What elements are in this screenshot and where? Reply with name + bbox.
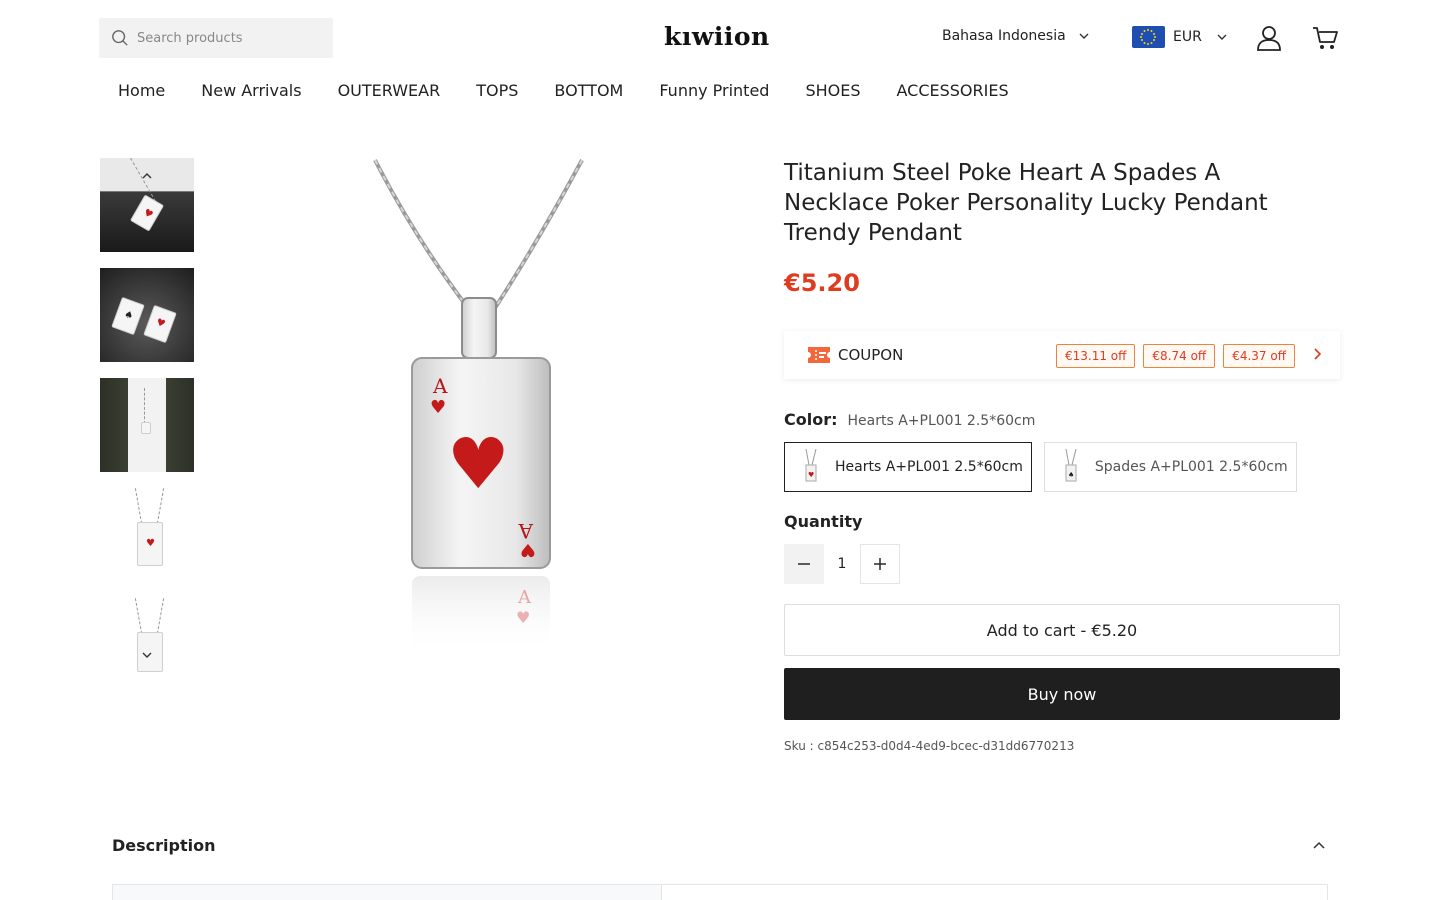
variant-hearts-image: ♥ [805,448,817,482]
plus-icon [874,558,886,570]
buy-now-button[interactable]: Buy now [784,668,1340,720]
nav-item-accessories[interactable]: ACCESSORIES [897,81,1009,100]
description-table-cell [113,885,662,900]
svg-text:♥: ♥ [520,539,536,560]
site-logo[interactable]: kıwiion [664,22,770,51]
language-selector[interactable]: Bahasa Indonesia [942,28,1090,44]
thumbnail-list: ♥ ♠ ♥ ♥ [100,158,194,708]
chevron-down-icon [1079,33,1089,39]
user-icon[interactable] [1255,24,1283,52]
quantity-value[interactable]: 1 [824,556,860,572]
main-nav: Home New Arrivals OUTERWEAR TOPS BOTTOM … [118,81,1045,100]
nav-item-new-arrivals[interactable]: New Arrivals [201,81,301,100]
color-label: Color: [784,410,838,429]
color-row: Color: Hearts A+PL001 2.5*60cm [784,410,1035,429]
search-box[interactable] [99,18,333,58]
product-sku: Sku : c854c253-d0d4-4ed9-bcec-d31dd67702… [784,739,1075,753]
chevron-right-icon[interactable] [1312,346,1324,362]
add-to-cart-button[interactable]: Add to cart - €5.20 [784,604,1340,656]
product-thumbnail-4[interactable]: ♥ [100,488,194,582]
color-value: Hearts A+PL001 2.5*60cm [847,413,1036,429]
coupon-list: €13.11 off €8.74 off €4.37 off [1056,344,1303,368]
description-table [112,884,1328,900]
currency-label: EUR [1173,29,1202,45]
variant-option-spades[interactable]: ♠ Spades A+PL001 2.5*60cm [1043,442,1297,492]
description-heading[interactable]: Description [112,836,215,855]
chevron-up-icon [142,173,152,179]
nav-item-bottom[interactable]: BOTTOM [554,81,623,100]
search-icon [112,30,128,46]
thumbnails-scroll-up[interactable] [137,166,157,186]
nav-item-home[interactable]: Home [118,81,165,100]
currency-selector[interactable]: EUR [1132,26,1228,48]
thumbnails-scroll-down[interactable] [137,645,157,665]
quantity-label: Quantity [784,512,863,531]
cart-icon[interactable] [1311,24,1339,52]
product-title: Titanium Steel Poke Heart A Spades A Nec… [784,160,1268,246]
svg-text:♠: ♠ [1068,471,1074,479]
svg-text:A: A [517,587,532,608]
nav-item-tops[interactable]: TOPS [476,81,518,100]
svg-text:♥: ♥ [808,471,814,479]
coupon-label: COUPON [838,346,904,364]
chevron-up-icon[interactable] [1311,837,1327,853]
svg-text:♥: ♥ [430,397,446,418]
quantity-stepper: 1 [784,544,900,584]
svg-text:♥: ♥ [447,423,510,505]
variant-options: ♥ Hearts A+PL001 2.5*60cm ♠ Spades A+PL0… [784,442,1309,492]
quantity-increase-button[interactable] [860,544,900,584]
coupon-tag[interactable]: €13.11 off [1056,344,1136,368]
variant-label: Spades A+PL001 2.5*60cm [1094,459,1288,475]
svg-text:♥: ♥ [516,608,530,627]
svg-text:A: A [432,374,448,398]
nav-item-outerwear[interactable]: OUTERWEAR [338,81,441,100]
minus-icon [798,563,810,565]
main-product-image[interactable]: A ♥ ♥ A ♥ A ♥ [320,158,640,668]
nav-item-funny-printed[interactable]: Funny Printed [659,81,769,100]
ticket-icon [808,347,830,363]
nav-item-shoes[interactable]: SHOES [805,81,860,100]
coupon-tag[interactable]: €4.37 off [1223,344,1295,368]
quantity-decrease-button[interactable] [784,544,824,584]
search-input[interactable] [137,30,317,46]
product-thumbnail-3[interactable] [100,378,194,472]
coupon-bar[interactable]: COUPON €13.11 off €8.74 off €4.37 off [784,331,1340,379]
eu-flag-icon [1132,26,1165,48]
chevron-down-icon [1217,34,1227,40]
coupon-tag[interactable]: €8.74 off [1143,344,1216,368]
variant-option-hearts[interactable]: ♥ Hearts A+PL001 2.5*60cm [784,442,1032,492]
description-table-cell [662,885,1327,900]
variant-spades-image: ♠ [1065,448,1077,482]
product-price: €5.20 [784,269,860,297]
product-thumbnail-2[interactable]: ♠ ♥ [100,268,194,362]
variant-label: Hearts A+PL001 2.5*60cm [835,459,1023,475]
chevron-down-icon [142,652,152,658]
language-label: Bahasa Indonesia [942,28,1066,44]
